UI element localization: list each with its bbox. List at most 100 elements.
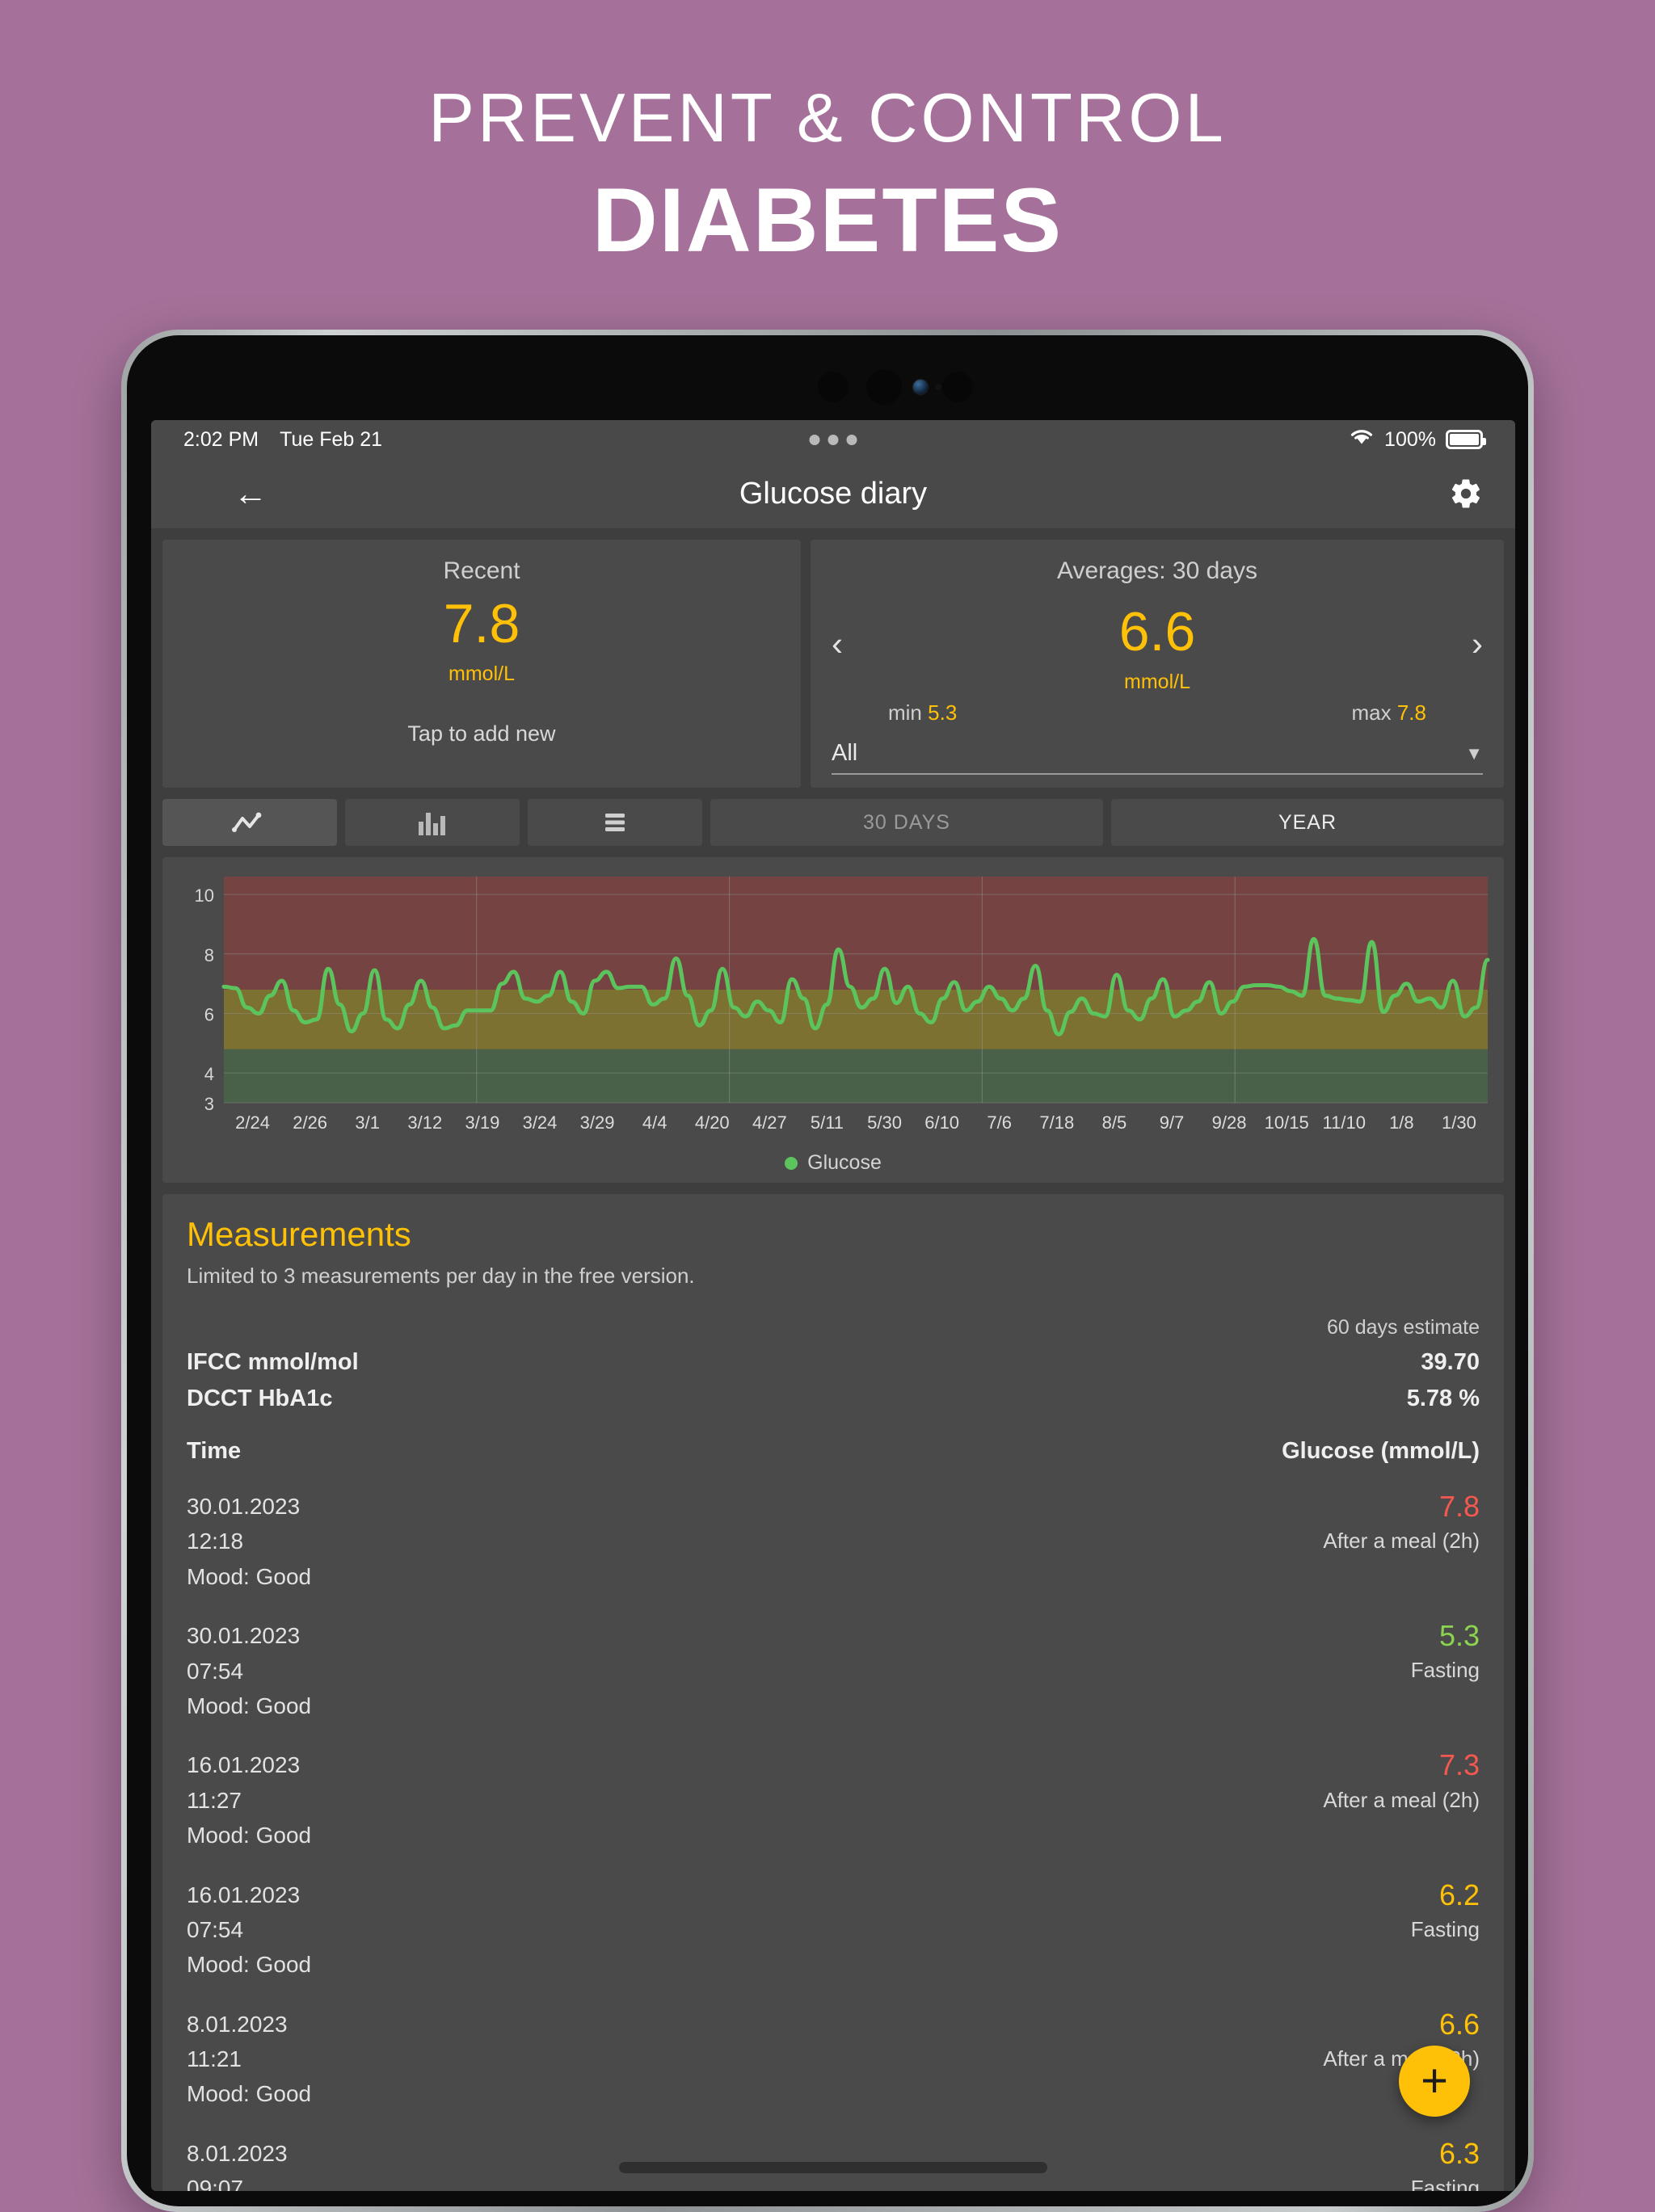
svg-text:3/12: 3/12 (407, 1112, 442, 1133)
measurement-time: 07:54 (187, 1654, 311, 1688)
main-content: Recent 7.8 mmol/L Tap to add new Average… (151, 528, 1515, 2191)
svg-text:2/26: 2/26 (293, 1112, 327, 1133)
list-icon (602, 811, 628, 834)
min-value: 5.3 (928, 700, 957, 725)
measurement-mood: Mood: Good (187, 1559, 311, 1594)
measurement-row[interactable]: 30.01.202312:18Mood: Good7.8After a meal… (187, 1489, 1480, 1594)
status-center-dots (810, 435, 857, 445)
bar-chart-icon (416, 809, 448, 836)
svg-text:6/10: 6/10 (924, 1112, 959, 1133)
measurement-tag: After a meal (2h) (1323, 1788, 1480, 1813)
legend-label-glucose: Glucose (807, 1151, 882, 1175)
svg-text:9/28: 9/28 (1212, 1112, 1247, 1133)
add-measurement-button[interactable]: + (1399, 2046, 1470, 2117)
measurement-row[interactable]: 8.01.202311:21Mood: Good6.6After a meal … (187, 2007, 1480, 2112)
measurement-time-cell: 30.01.202307:54Mood: Good (187, 1618, 311, 1723)
tab-range-year[interactable]: YEAR (1111, 799, 1504, 846)
status-bar: 2:02 PM Tue Feb 21 100% (151, 420, 1515, 459)
metric-dcct-label: DCCT HbA1c (187, 1386, 332, 1412)
measurement-value: 6.6 (1323, 2007, 1480, 2042)
glucose-chart[interactable]: 3468102/242/263/13/123/193/243/294/44/20… (174, 872, 1493, 1140)
back-arrow-icon[interactable]: ← (234, 477, 267, 511)
measurement-time-cell: 16.01.202311:27Mood: Good (187, 1747, 311, 1852)
camera-array (127, 371, 1528, 403)
status-time: 2:02 PM (183, 428, 259, 452)
ambient-sensor-icon (935, 384, 941, 390)
wifi-icon (1349, 427, 1375, 452)
measurement-row[interactable]: 16.01.202311:27Mood: Good7.3After a meal… (187, 1747, 1480, 1852)
svg-text:4/20: 4/20 (695, 1112, 730, 1133)
face-sensor-icon (913, 380, 928, 394)
summary-cards-row: Recent 7.8 mmol/L Tap to add new Average… (151, 528, 1515, 788)
metric-ifcc-value: 39.70 (1421, 1349, 1480, 1376)
measurement-row[interactable]: 30.01.202307:54Mood: Good 5.3 Fasting (187, 1618, 1480, 1723)
svg-text:2/24: 2/24 (235, 1112, 270, 1133)
tab-range-30days[interactable]: 30 DAYS (710, 799, 1103, 846)
measurements-card: Measurements Limited to 3 measurements p… (162, 1194, 1504, 2191)
measurement-date: 16.01.2023 (187, 1747, 311, 1782)
camera-lens-icon (942, 372, 973, 402)
svg-text:7/18: 7/18 (1039, 1112, 1074, 1133)
device-bezel: 2:02 PM Tue Feb 21 100% (127, 335, 1528, 2206)
svg-text:8/5: 8/5 (1102, 1112, 1127, 1133)
measurement-value: 7.8 (1323, 1489, 1480, 1524)
hamburger-menu-icon[interactable] (183, 487, 211, 500)
chevron-right-icon[interactable]: › (1472, 627, 1483, 661)
measurement-value: 6.2 (1411, 1878, 1480, 1912)
tab-line-chart[interactable] (162, 799, 337, 846)
estimate-label: 60 days estimate (187, 1316, 1480, 1339)
averages-card: Averages: 30 days ‹ 6.6 mmol/L › min 5.3 (811, 540, 1504, 788)
measurement-date: 30.01.2023 (187, 1618, 311, 1653)
filter-selected-value: All (832, 740, 857, 767)
chevron-left-icon[interactable]: ‹ (832, 627, 843, 661)
tab-list-view[interactable] (528, 799, 702, 846)
promo-banner: PREVENT & CONTROL DIABETES (0, 0, 1655, 272)
svg-text:3: 3 (204, 1094, 214, 1114)
gear-icon[interactable] (1449, 477, 1483, 511)
column-header-glucose: Glucose (mmol/L) (1282, 1438, 1480, 1465)
measurement-date: 8.01.2023 (187, 2007, 311, 2042)
chart-legend: Glucose (174, 1151, 1493, 1175)
svg-text:4: 4 (204, 1064, 214, 1084)
svg-text:3/24: 3/24 (523, 1112, 558, 1133)
svg-text:3/19: 3/19 (465, 1112, 499, 1133)
metric-ifcc-label: IFCC mmol/mol (187, 1349, 359, 1376)
device-screen: 2:02 PM Tue Feb 21 100% (151, 420, 1515, 2191)
camera-lens-icon (818, 372, 849, 402)
svg-text:5/11: 5/11 (811, 1112, 844, 1133)
svg-text:3/1: 3/1 (355, 1112, 380, 1133)
page-title: Glucose diary (739, 477, 927, 511)
filter-select[interactable]: All ▼ (832, 740, 1483, 775)
measurement-time-cell: 8.01.202309:07 (187, 2136, 288, 2191)
average-value: 6.6 (843, 604, 1472, 659)
home-indicator[interactable] (619, 2162, 1047, 2173)
tap-to-add-new-label[interactable]: Tap to add new (407, 721, 555, 746)
measurement-tag: Fasting (1411, 1917, 1480, 1942)
measurement-time: 11:21 (187, 2042, 311, 2076)
tablet-device: 2:02 PM Tue Feb 21 100% (121, 330, 1534, 2212)
measurement-time-cell: 30.01.202312:18Mood: Good (187, 1489, 311, 1594)
measurement-value: 5.3 (1411, 1618, 1480, 1653)
measurement-time-cell: 16.01.202307:54Mood: Good (187, 1878, 311, 1983)
svg-text:4/27: 4/27 (752, 1112, 787, 1133)
measurement-mood: Mood: Good (187, 1688, 311, 1723)
svg-text:5/30: 5/30 (867, 1112, 902, 1133)
measurement-value: 6.3 (1411, 2136, 1480, 2171)
measurements-title: Measurements (187, 1215, 1480, 1254)
promo-headline-1: PREVENT & CONTROL (0, 79, 1655, 158)
camera-lens-icon (866, 369, 902, 405)
min-stat: min 5.3 (888, 700, 957, 725)
measurement-value-cell: 6.2 Fasting (1411, 1878, 1480, 1983)
tab-bar-chart[interactable] (345, 799, 520, 846)
legend-swatch-glucose (785, 1157, 798, 1170)
recent-value: 7.8 (444, 596, 520, 651)
measurement-row[interactable]: 16.01.202307:54Mood: Good 6.2 Fasting (187, 1878, 1480, 1983)
measurement-value-cell: 6.3Fasting (1411, 2136, 1480, 2191)
measurement-time: 07:54 (187, 1912, 311, 1947)
measurement-tag: Fasting (1411, 1658, 1480, 1683)
recent-unit: mmol/L (448, 662, 515, 686)
recent-card[interactable]: Recent 7.8 mmol/L Tap to add new (162, 540, 801, 788)
table-header: Time Glucose (mmol/L) (187, 1438, 1480, 1465)
max-stat: max 7.8 (1351, 700, 1426, 725)
measurement-date: 30.01.2023 (187, 1489, 311, 1524)
